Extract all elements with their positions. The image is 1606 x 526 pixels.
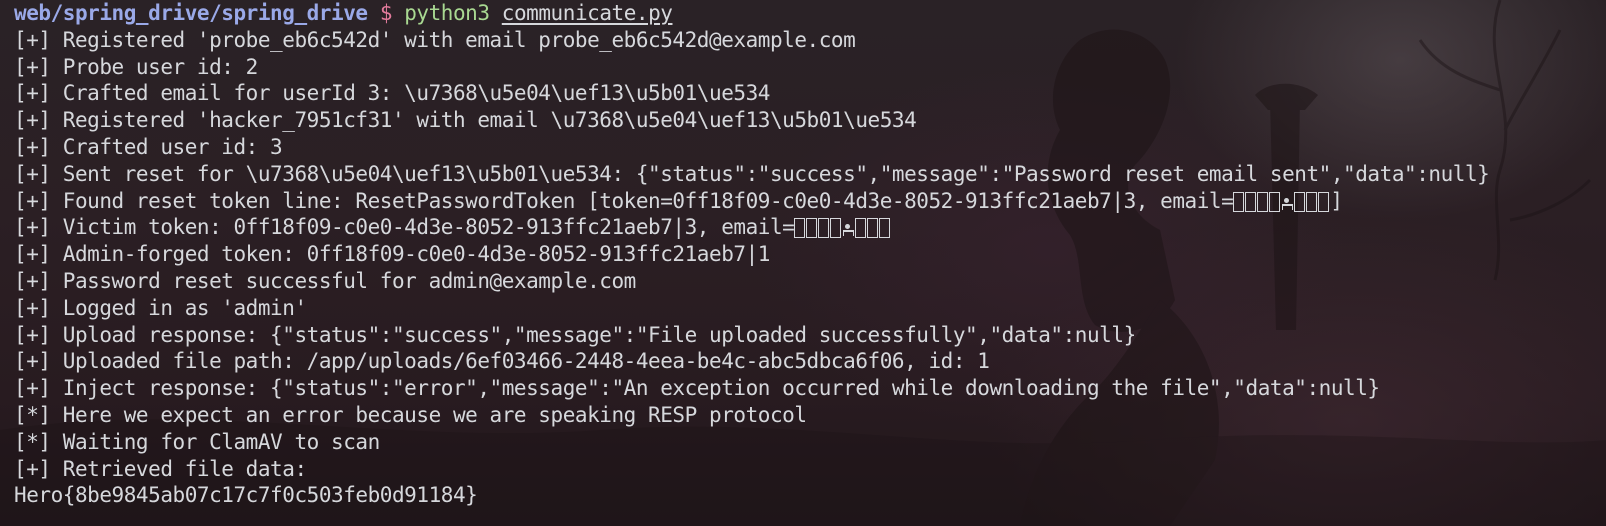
command-prompt-line[interactable]: web/spring_drive/spring_drive $ python3 … (14, 0, 1599, 27)
missing-glyph-box (1257, 191, 1269, 212)
prompt-argument: communicate.py (501, 1, 673, 25)
missing-glyph-box (855, 218, 867, 239)
flag-line: Hero{8be9845ab07c17c7f0c503feb0d91184} (14, 483, 478, 508)
output-line: [+] Registered 'probe_eb6c542d' with ema… (14, 27, 856, 52)
terminal-window[interactable]: web/spring_drive/spring_drive $ python3 … (0, 0, 1606, 526)
prompt-command: python3 (404, 1, 490, 25)
output-line: [+] Crafted user id: 3 (14, 134, 283, 159)
output-line: [+] Sent reset for \u7368\u5e04\uef13\u5… (14, 161, 1490, 186)
output-line: [+] Registered 'hacker_7951cf31' with em… (14, 108, 917, 133)
output-text: [+] Found reset token line: ResetPasswor… (14, 188, 1234, 213)
output-line: [+] Uploaded file path: /app/uploads/6ef… (14, 349, 990, 374)
missing-glyph-box (794, 218, 806, 239)
output-line-victim: [+] Victim token: 0ff18f09-c0e0-4d3e-805… (14, 214, 1599, 241)
output-line: [+] Probe user id: 2 (14, 54, 258, 79)
person-glyph-icon (1281, 192, 1294, 212)
output-line: [+] Logged in as 'admin' (14, 295, 307, 320)
output-line: [+] Upload response: {"status":"success"… (14, 322, 1136, 347)
output-line: [+] Admin-forged token: 0ff18f09-c0e0-4d… (14, 242, 770, 267)
missing-glyph-box (1318, 191, 1330, 212)
missing-glyph-box (1245, 191, 1257, 212)
prompt-path: web/spring_drive/spring_drive (14, 1, 368, 25)
missing-glyph-box (806, 218, 818, 239)
output-text: [+] Victim token: 0ff18f09-c0e0-4d3e-805… (14, 215, 795, 240)
output-line: [+] Retrieved file data: (14, 456, 307, 481)
missing-glyph-box (1233, 191, 1245, 212)
output-line: [+] Password reset successful for admin@… (14, 268, 636, 293)
missing-glyph-box (1269, 191, 1281, 212)
person-glyph-icon (842, 218, 855, 238)
output-line-token: [+] Found reset token line: ResetPasswor… (14, 188, 1599, 215)
missing-glyph-box (830, 218, 842, 239)
missing-glyph-box (879, 218, 891, 239)
missing-glyph-box (1294, 191, 1306, 212)
terminal-output: web/spring_drive/spring_drive $ python3 … (14, 0, 1599, 509)
prompt-symbol: $ (379, 1, 393, 25)
missing-glyph-box (818, 218, 830, 239)
output-text: ] (1330, 188, 1343, 213)
missing-glyph-box (867, 218, 879, 239)
output-line: [*] Waiting for ClamAV to scan (14, 429, 380, 454)
output-line: [+] Inject response: {"status":"error","… (14, 376, 1380, 401)
output-line: [*] Here we expect an error because we a… (14, 402, 807, 427)
output-line: [+] Crafted email for userId 3: \u7368\u… (14, 81, 770, 106)
missing-glyph-box (1306, 191, 1318, 212)
